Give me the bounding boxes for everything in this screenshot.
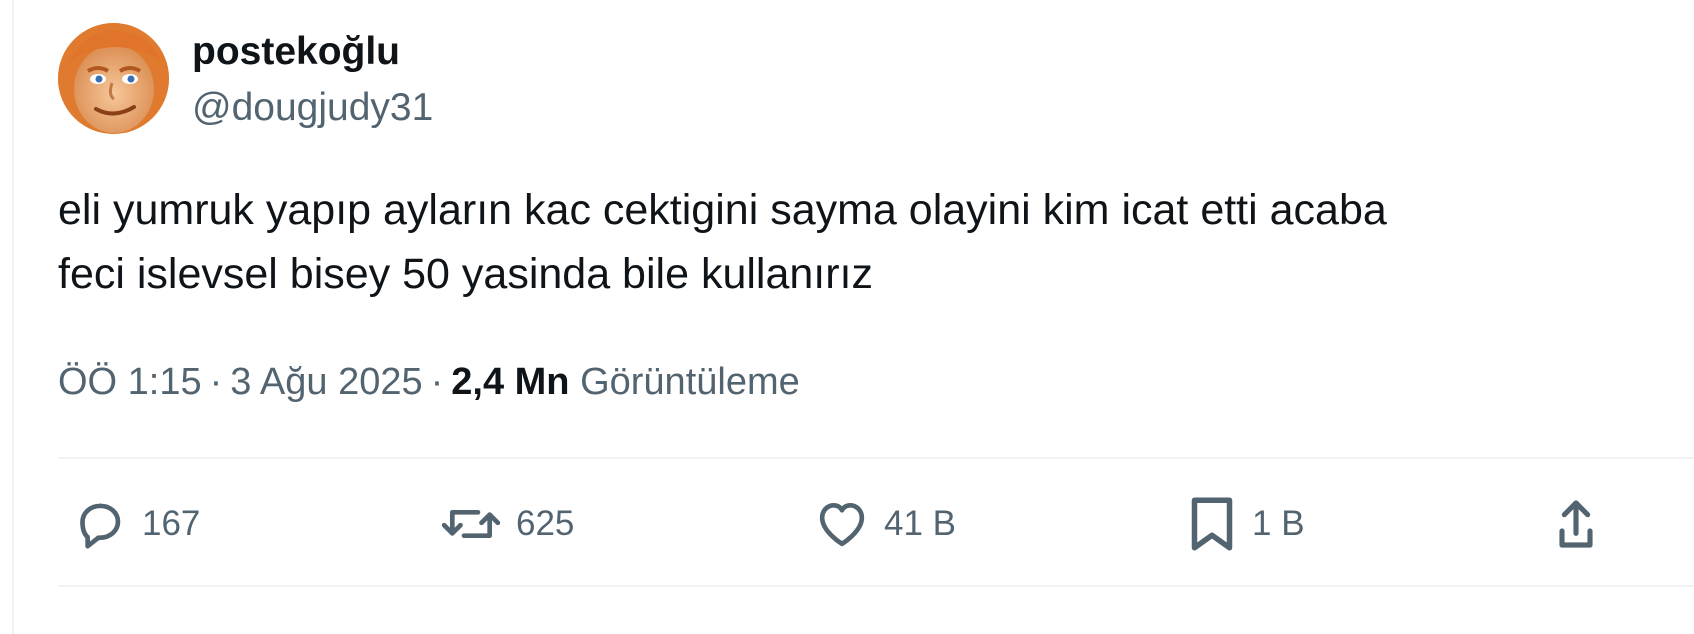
tweet-time[interactable]: ÖÖ 1:15 (58, 361, 202, 403)
heart-icon (814, 496, 870, 552)
meta-separator: · (430, 361, 444, 403)
display-name[interactable]: postekoğlu (192, 28, 400, 76)
reply-icon (72, 496, 128, 552)
tweet-text-line: feci islevsel bisey 50 yasinda bile kull… (58, 250, 874, 298)
tweet-meta: ÖÖ 1:15 · 3 Ağu 2025 · 2,4 Mn Görüntüleme (58, 357, 800, 407)
tweet-date[interactable]: 3 Ağu 2025 (230, 361, 422, 403)
tweet-text-line: eli yumruk yapıp ayların kac cektigini s… (58, 186, 1387, 234)
like-count: 41 B (884, 504, 956, 543)
reply-button[interactable]: 167 (72, 494, 200, 554)
bookmark-button[interactable]: 1 B (1186, 494, 1305, 554)
avatar[interactable] (58, 23, 169, 134)
retweet-icon (440, 496, 502, 552)
retweet-count: 625 (516, 504, 575, 543)
share-icon (1556, 496, 1596, 552)
divider (58, 585, 1694, 587)
reply-count: 167 (142, 504, 201, 543)
user-handle[interactable]: @dougjudy31 (192, 84, 433, 132)
retweet-button[interactable]: 625 (440, 494, 574, 554)
tweet-text: eli yumruk yapıp ayların kac cektigini s… (58, 178, 1678, 306)
bookmark-icon (1186, 494, 1238, 554)
views-count[interactable]: 2,4 Mn (451, 361, 569, 403)
share-button[interactable] (1556, 494, 1596, 554)
like-button[interactable]: 41 B (814, 494, 956, 554)
meta-separator: · (209, 361, 223, 403)
divider (58, 457, 1694, 459)
bookmark-count: 1 B (1252, 504, 1305, 543)
views-label: Görüntüleme (580, 361, 800, 403)
tweet-card: postekoğlu @dougjudy31 eli yumruk yapıp … (0, 0, 1694, 634)
